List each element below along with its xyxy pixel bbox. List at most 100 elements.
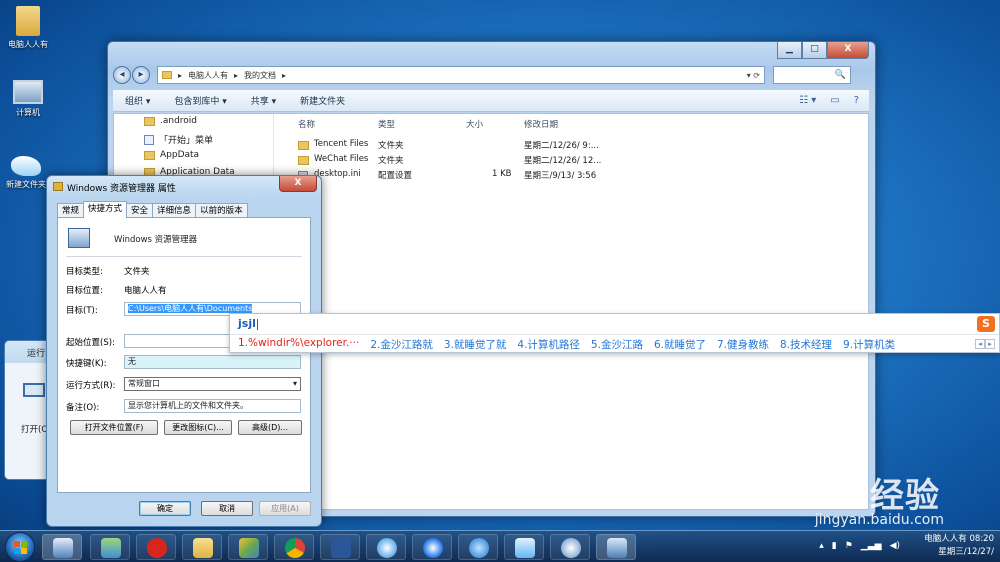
file-row[interactable]: Tencent Files 文件夹 星期二/12/26/ 9:...	[298, 139, 628, 153]
view-options-icon[interactable]: ☷ ▾	[799, 95, 816, 106]
command-toolbar: 组织 ▾ 包含到库中 ▾ 共享 ▾ 新建文件夹 ☷ ▾ ▭ ?	[113, 90, 869, 112]
watermark-brand: Bai 经验	[793, 476, 940, 516]
taskbar-app-ie[interactable]	[458, 534, 498, 560]
column-header-type[interactable]: 类型	[378, 118, 395, 130]
new-folder-button[interactable]: 新建文件夹	[300, 94, 345, 107]
folder-icon	[144, 116, 155, 126]
dialog-title: Windows 资源管理器 属性	[67, 184, 176, 194]
prev-page-button[interactable]: ◂	[975, 339, 985, 349]
windows-logo-icon	[14, 541, 27, 554]
taskbar-app-paint[interactable]	[228, 534, 268, 560]
ime-candidate[interactable]: 5.金沙江路	[591, 337, 643, 352]
comment-input[interactable]: 显示您计算机上的文件和文件夹。	[124, 399, 301, 413]
explorer-app-icon	[68, 228, 90, 248]
forward-button[interactable]: ▸	[132, 66, 150, 84]
run-select[interactable]: 常规窗口 ▾	[124, 377, 301, 391]
ok-button[interactable]: 确定	[139, 501, 191, 516]
taskbar-app-control-panel[interactable]	[90, 534, 130, 560]
file-row[interactable]: WeChat Files 文件夹 星期二/12/26/ 12...	[298, 154, 628, 168]
file-name: WeChat Files	[314, 154, 369, 164]
maximize-button[interactable]: □	[802, 42, 827, 59]
column-header-modified[interactable]: 修改日期	[524, 118, 558, 130]
ime-candidate[interactable]: 9.计算机类	[843, 337, 895, 352]
taskbar-app-word[interactable]	[320, 534, 360, 560]
desktop-icon-computer[interactable]: 计算机	[0, 80, 56, 118]
ime-candidate[interactable]: 3.就睡觉了就	[444, 337, 507, 352]
shortcut-key-input[interactable]: 无	[124, 355, 301, 369]
ime-candidate[interactable]: 6.就睡觉了	[654, 337, 706, 352]
tab-security[interactable]: 安全	[126, 203, 154, 218]
taskbar-app-explorer[interactable]	[42, 534, 82, 560]
tab-previous-versions[interactable]: 以前的版本	[195, 203, 248, 218]
clock[interactable]: 电脑人人有 08:20 星期三/12/27/	[924, 533, 994, 559]
search-input[interactable]: 🔍	[773, 66, 851, 84]
tab-details[interactable]: 详细信息	[152, 203, 197, 218]
target-label: 目标(T):	[66, 306, 98, 316]
folder-icon	[193, 538, 213, 558]
sogou-logo-icon[interactable]: S	[977, 316, 995, 332]
apply-button[interactable]: 应用(A)	[259, 501, 311, 516]
flag-icon[interactable]: ⚑	[845, 541, 853, 551]
network-status-icon[interactable]: ▮	[832, 541, 837, 551]
taskbar-app-chess[interactable]	[136, 534, 176, 560]
run-icon	[23, 383, 45, 397]
share-button[interactable]: 共享 ▾	[251, 94, 276, 107]
desktop-icon-user-folder[interactable]: 电脑人人有	[0, 6, 56, 50]
taskbar-app-chrome[interactable]	[274, 534, 314, 560]
nav-item-start-menu[interactable]: 「开始」菜单	[144, 133, 213, 146]
column-header-name[interactable]: 名称	[298, 118, 315, 130]
column-header-size[interactable]: 大小	[466, 118, 483, 130]
taskbar-app-folder[interactable]	[182, 534, 222, 560]
address-segment-documents[interactable]: 我的文档	[244, 70, 276, 81]
preview-pane-icon[interactable]: ▭	[830, 95, 839, 106]
chrome-icon	[285, 538, 305, 558]
address-bar[interactable]: ▸ 电脑人人有 ▸ 我的文档 ▸ ▾ ⟳	[157, 66, 765, 84]
ime-candidate[interactable]: 2.金沙江路就	[370, 337, 433, 352]
dialog-close-button[interactable]: X	[279, 176, 317, 192]
refresh-icon[interactable]: ▾ ⟳	[747, 71, 760, 80]
ime-candidate[interactable]: 4.计算机路径	[517, 337, 580, 352]
minimize-button[interactable]: ▁	[777, 42, 802, 59]
next-page-button[interactable]: ▸	[985, 339, 995, 349]
taskbar-app-browser[interactable]	[366, 534, 406, 560]
ime-candidate[interactable]: 1.%windir%\explorer.···	[238, 337, 359, 352]
run-select-value: 常规窗口	[128, 379, 160, 388]
advanced-button[interactable]: 高级(D)...	[238, 420, 302, 435]
taskbar-app-network[interactable]	[504, 534, 544, 560]
start-in-input[interactable]	[124, 334, 234, 348]
tiger-icon	[11, 156, 41, 176]
file-row[interactable]: desktop.ini 配置设置 1 KB 星期三/9/13/ 3:56	[298, 169, 628, 183]
nav-item-android[interactable]: .android	[144, 116, 197, 126]
taskbar-app-sogou-browser[interactable]	[412, 534, 452, 560]
dialog-tabs: 常规 快捷方式 安全 详细信息 以前的版本	[57, 201, 248, 218]
file-list: 名称 类型 大小 修改日期 Tencent Files 文件夹 星期二/12/2…	[286, 114, 868, 509]
address-segment-user[interactable]: 电脑人人有	[188, 70, 228, 81]
show-hidden-icons[interactable]: ▴	[819, 541, 824, 551]
tab-general[interactable]: 常规	[57, 203, 85, 218]
change-icon-button[interactable]: 更改图标(C)...	[164, 420, 232, 435]
back-button[interactable]: ◂	[113, 66, 131, 84]
signal-icon[interactable]: ▁▃▅	[861, 541, 882, 551]
run-open-label: 打开(O	[21, 425, 49, 435]
taskbar-app-run[interactable]	[596, 534, 636, 560]
organize-button[interactable]: 组织 ▾	[125, 94, 150, 107]
close-button[interactable]: X	[827, 42, 869, 59]
nav-item-appdata[interactable]: AppData	[144, 150, 199, 160]
cancel-button[interactable]: 取消	[201, 501, 253, 516]
target-value: C:\Users\电脑人人有\Documents	[128, 304, 253, 313]
help-icon[interactable]: ?	[854, 95, 859, 106]
volume-icon[interactable]: ◀)	[890, 541, 900, 551]
start-in-label: 起始位置(S):	[66, 338, 115, 348]
address-separator: ▸	[234, 70, 239, 80]
ime-candidates: 1.%windir%\explorer.··· 2.金沙江路就 3.就睡觉了就 …	[238, 337, 895, 352]
tab-shortcut[interactable]: 快捷方式	[83, 201, 128, 218]
taskbar-app-media[interactable]	[550, 534, 590, 560]
ime-candidate[interactable]: 7.健身教练	[717, 337, 769, 352]
include-in-library-button[interactable]: 包含到库中 ▾	[174, 94, 226, 107]
start-button[interactable]	[5, 532, 35, 562]
divider	[230, 334, 999, 335]
desktop-icon-label: 计算机	[16, 108, 40, 117]
open-file-location-button[interactable]: 打开文件位置(F)	[70, 420, 158, 435]
ime-candidate[interactable]: 8.技术经理	[780, 337, 832, 352]
network-icon	[515, 538, 535, 558]
